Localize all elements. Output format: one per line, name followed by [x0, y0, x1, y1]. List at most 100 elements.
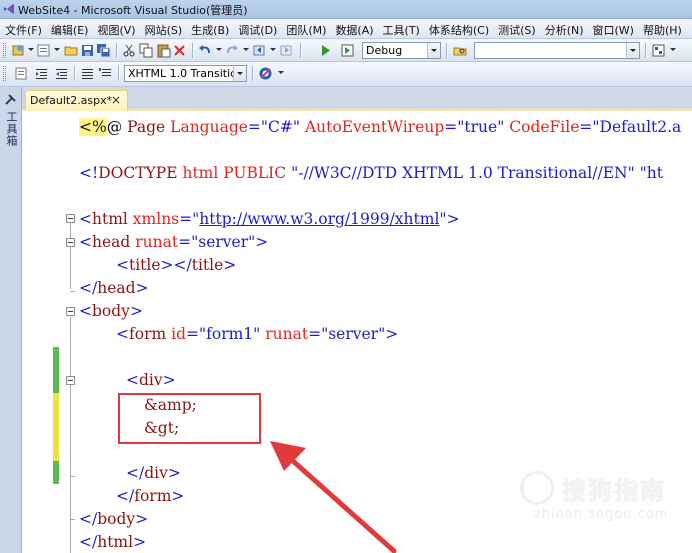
target-schema-dropdown[interactable]: XHTML 1.0 Transitic: [124, 65, 247, 82]
start-debugging-icon[interactable]: [318, 43, 333, 58]
menu-build[interactable]: 生成(B): [186, 19, 233, 38]
increase-indent-icon[interactable]: [54, 66, 69, 81]
check-accessibility-icon[interactable]: [258, 66, 273, 81]
code-token: "true": [457, 118, 505, 136]
collapse-icon[interactable]: [66, 376, 75, 385]
save-icon[interactable]: [80, 43, 95, 58]
change-bar-saved: [53, 461, 59, 484]
chevron-down-icon[interactable]: [216, 48, 222, 51]
undo-icon[interactable]: [198, 43, 213, 58]
chevron-down-icon[interactable]: [233, 66, 246, 81]
menu-bar: 文件(F) 编辑(E) 视图(V) 网站(S) 生成(B) 调试(D) 团队(M) 数据(A)…: [0, 19, 692, 39]
uncomment-lines-icon[interactable]: [98, 66, 113, 81]
new-project-icon[interactable]: [11, 43, 26, 58]
code-token: title: [129, 256, 161, 274]
toolbox-tab[interactable]: 工具箱: [0, 87, 22, 553]
open-folder-icon[interactable]: [64, 43, 79, 58]
chevron-down-icon[interactable]: [28, 48, 34, 51]
menu-edit[interactable]: 编辑(E): [46, 19, 93, 38]
paste-icon[interactable]: [156, 43, 171, 58]
navigate-back-icon[interactable]: [252, 43, 267, 58]
code-token: </: [116, 487, 135, 505]
code-token: <: [79, 233, 92, 251]
code-token: runat: [260, 325, 309, 343]
code-token: >: [133, 533, 147, 551]
menu-window[interactable]: 窗口(W): [588, 19, 638, 38]
chevron-down-icon[interactable]: [243, 48, 249, 51]
code-token: head: [92, 233, 131, 251]
code-token: body: [92, 302, 130, 320]
copy-icon[interactable]: [139, 43, 154, 58]
document-tab-strip: Default2.aspx* ×: [22, 87, 692, 111]
solution-configuration-dropdown[interactable]: Debug: [362, 42, 441, 59]
code-token: >: [135, 279, 149, 297]
code-token: >: [162, 371, 176, 389]
menu-data[interactable]: 数据(A): [330, 19, 377, 38]
code-token: <: [79, 302, 92, 320]
code-token: "server": [191, 233, 256, 251]
cut-icon[interactable]: [122, 43, 137, 58]
code-line-body-close: </body>: [79, 509, 148, 529]
collapse-icon[interactable]: [66, 307, 75, 316]
code-editor[interactable]: <%@ Page Language="C#" AutoEventWireup="…: [22, 111, 692, 553]
redo-icon[interactable]: [224, 43, 239, 58]
watermark: 搜狗指南 zhinan.sogou.com: [510, 469, 680, 524]
comment-lines-icon[interactable]: [80, 66, 95, 81]
code-token: =: [444, 118, 458, 136]
find-in-files-icon[interactable]: [453, 43, 468, 58]
solution-explorer-icon[interactable]: [651, 43, 666, 58]
toolbar-grip[interactable]: [3, 66, 6, 81]
html-source-toolbar: XHTML 1.0 Transitic: [0, 62, 692, 87]
decrease-indent-icon[interactable]: [34, 66, 49, 81]
navigate-forward-icon[interactable]: [279, 43, 294, 58]
code-token: html: [97, 533, 134, 551]
chevron-down-icon[interactable]: [626, 43, 639, 58]
chevron-down-icon[interactable]: [670, 48, 676, 51]
chevron-down-icon[interactable]: [278, 71, 284, 74]
code-token: ": [439, 210, 447, 228]
tab-default2-aspx[interactable]: Default2.aspx* ×: [25, 90, 128, 111]
menu-help[interactable]: 帮助(H): [638, 19, 686, 38]
code-line-html-open: <html xmlns= "http://www.w3.org/1999/xhtm…: [79, 209, 460, 229]
find-combo[interactable]: [474, 42, 640, 59]
menu-team[interactable]: 团队(M): [281, 19, 330, 38]
change-bar-unsaved: [53, 393, 59, 461]
code-token: div: [139, 371, 163, 389]
code-token: head: [97, 279, 136, 297]
code-link[interactable]: http://www.w3.org/1999/xhtml: [199, 210, 439, 228]
menu-website[interactable]: 网站(S): [140, 19, 187, 38]
add-item-icon[interactable]: [36, 43, 51, 58]
chevron-down-icon[interactable]: [270, 48, 276, 51]
menu-analyze[interactable]: 分析(N): [540, 19, 588, 38]
watermark-url: zhinan.sogou.com: [534, 507, 669, 522]
menu-debug[interactable]: 调试(D): [233, 19, 281, 38]
menu-test[interactable]: 测试(S): [493, 19, 540, 38]
outline-guide: [70, 543, 71, 553]
attach-process-icon[interactable]: [340, 43, 355, 58]
menu-file[interactable]: 文件(F): [0, 19, 46, 38]
format-document-icon[interactable]: [14, 66, 29, 81]
menu-architecture[interactable]: 体系结构(C): [424, 19, 493, 38]
code-token: >: [167, 464, 181, 482]
collapse-icon[interactable]: [66, 238, 75, 247]
toolbar-separator: [300, 43, 301, 58]
code-line-page-directive: <%@ Page Language="C#" AutoEventWireup="…: [79, 117, 681, 137]
code-token: title: [191, 256, 224, 274]
chevron-down-icon[interactable]: [54, 48, 60, 51]
code-token: Language: [170, 118, 248, 136]
code-token: DOCTYPE: [98, 164, 178, 182]
collapse-icon[interactable]: [66, 214, 75, 223]
toolbar-grip[interactable]: [3, 43, 6, 58]
code-token: =: [308, 325, 322, 343]
code-line-div-close: </div>: [126, 463, 181, 483]
save-all-icon[interactable]: [96, 43, 111, 58]
code-token: "ht: [634, 164, 663, 182]
standard-toolbar: Debug: [0, 39, 692, 62]
chevron-down-icon[interactable]: [427, 43, 440, 58]
menu-tools[interactable]: 工具(T): [378, 19, 424, 38]
code-token: <: [116, 256, 129, 274]
remove-icon[interactable]: [172, 43, 187, 58]
menu-view[interactable]: 视图(V): [92, 19, 139, 38]
close-icon[interactable]: ×: [111, 93, 121, 107]
code-token: <: [126, 371, 139, 389]
